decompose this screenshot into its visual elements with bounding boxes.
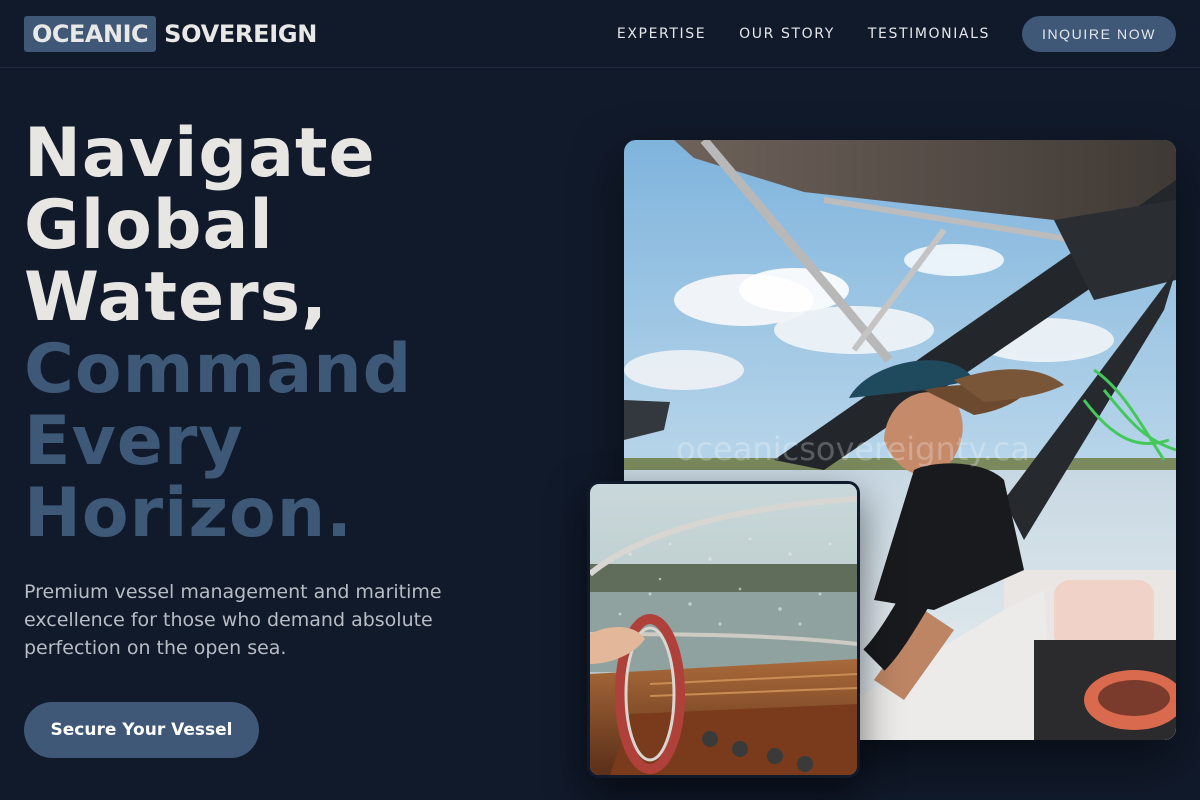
hero-headline: Navigate Global Waters, Command Every Ho…	[24, 118, 584, 550]
headline-line: Global	[24, 186, 274, 265]
hero-subtitle: Premium vessel management and maritime e…	[24, 581, 442, 659]
nav-link-testimonials[interactable]: TESTIMONIALS	[868, 26, 990, 42]
top-navbar: OCEANIC SOVEREIGN EXPERTISE OUR STORY TE…	[0, 0, 1200, 68]
inquire-now-button[interactable]: INQUIRE NOW	[1022, 15, 1176, 52]
nav-link-expertise[interactable]: EXPERTISE	[617, 26, 706, 42]
headline-line-accent: Every	[24, 402, 244, 481]
headline-line-accent: Command	[24, 330, 413, 409]
headline-line: Waters,	[24, 258, 328, 337]
secure-vessel-button[interactable]: Secure Your Vessel	[24, 702, 259, 758]
image-watermark: oceanicsovereignty.ca	[676, 430, 1031, 468]
secondary-image-illustration	[590, 484, 857, 775]
nav-link-our-story[interactable]: OUR STORY	[739, 26, 835, 42]
brand-highlight: OCEANIC	[24, 15, 157, 52]
brand-logo[interactable]: OCEANIC SOVEREIGN	[24, 15, 318, 52]
headline-line-accent: Horizon.	[24, 474, 354, 553]
brand-name: SOVEREIGN	[164, 19, 318, 48]
headline-line: Navigate	[24, 114, 376, 193]
hero-secondary-image	[587, 481, 860, 778]
nav-links: EXPERTISE OUR STORY TESTIMONIALS INQUIRE…	[584, 15, 1176, 52]
